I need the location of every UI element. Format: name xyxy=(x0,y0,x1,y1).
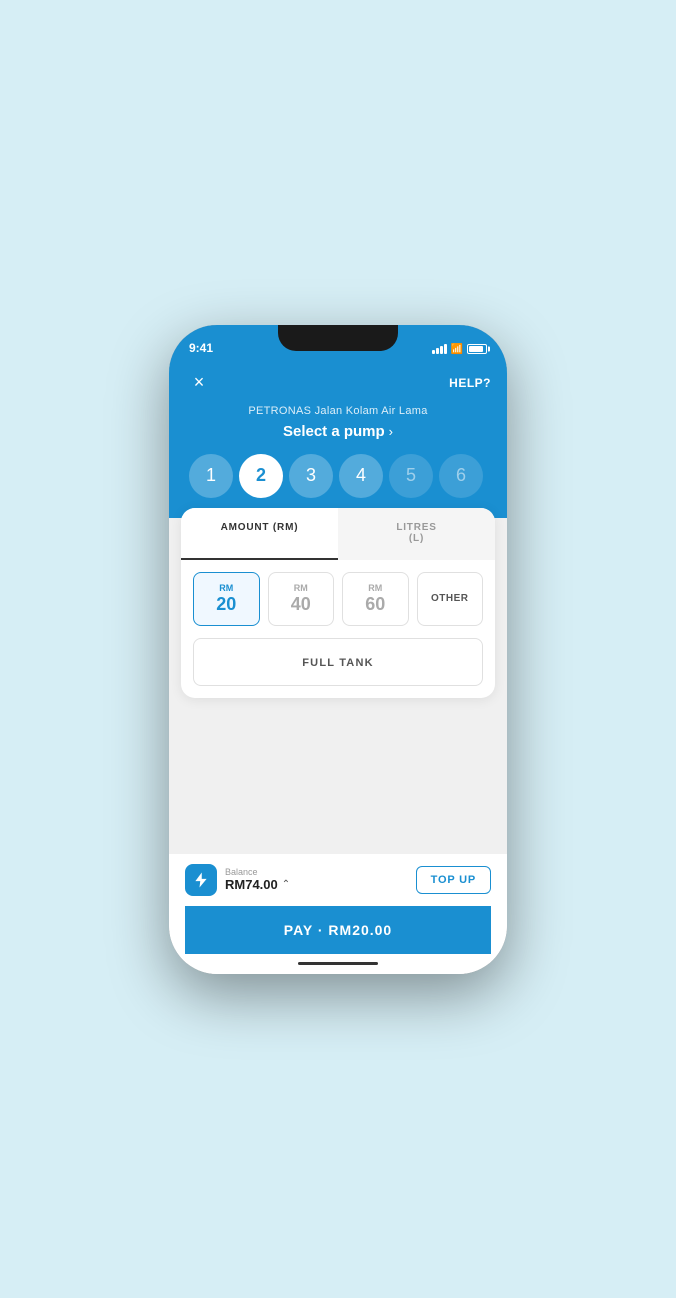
wallet-icon xyxy=(185,864,217,896)
home-indicator xyxy=(169,954,507,974)
wifi-icon: 📶 xyxy=(451,344,463,355)
caret-up-icon: ⌃ xyxy=(282,879,290,890)
amount-40[interactable]: RM 40 xyxy=(268,572,335,626)
pump-1[interactable]: 1 xyxy=(189,454,233,498)
phone-shell: 9:41 📶 × HELP? PETRONAS Jalan Kol xyxy=(169,325,507,974)
amount-20-prefix: RM xyxy=(200,583,253,593)
status-icons: 📶 xyxy=(432,344,487,355)
header-top: × HELP? xyxy=(185,369,491,397)
home-bar xyxy=(298,962,378,965)
close-button[interactable]: × xyxy=(185,369,213,397)
other-label: OTHER xyxy=(431,593,469,604)
topup-button[interactable]: TOP UP xyxy=(416,866,491,894)
tab-litres[interactable]: LITRES(L) xyxy=(338,508,495,560)
full-tank-label: FULL TANK xyxy=(302,657,374,669)
balance-amount: RM74.00 xyxy=(225,877,278,892)
amount-options: RM 20 RM 40 RM 60 OTHER xyxy=(181,560,495,638)
lightning-icon xyxy=(192,871,210,889)
balance-row: Balance RM74.00 ⌃ TOP UP xyxy=(185,864,491,896)
pump-2[interactable]: 2 xyxy=(239,454,283,498)
help-button[interactable]: HELP? xyxy=(449,376,491,390)
amount-other[interactable]: OTHER xyxy=(417,572,484,626)
amount-20[interactable]: RM 20 xyxy=(193,572,260,626)
notch xyxy=(278,325,398,351)
balance-info: Balance RM74.00 ⌃ xyxy=(225,867,290,892)
amount-20-value: 20 xyxy=(216,594,236,614)
select-pump-row[interactable]: Select a pump › xyxy=(185,423,491,440)
phone-screen: 9:41 📶 × HELP? PETRONAS Jalan Kol xyxy=(169,325,507,974)
chevron-right-icon: › xyxy=(389,424,393,439)
amount-40-value: 40 xyxy=(291,594,311,614)
header-area: × HELP? PETRONAS Jalan Kolam Air Lama Se… xyxy=(169,361,507,518)
tab-amount[interactable]: AMOUNT (RM) xyxy=(181,508,338,560)
main-card: AMOUNT (RM) LITRES(L) RM 20 RM 40 RM 60 xyxy=(181,508,495,698)
pump-6[interactable]: 6 xyxy=(439,454,483,498)
balance-left: Balance RM74.00 ⌃ xyxy=(185,864,290,896)
balance-label: Balance xyxy=(225,867,290,877)
amount-40-prefix: RM xyxy=(275,583,328,593)
pump-5[interactable]: 5 xyxy=(389,454,433,498)
amount-60-prefix: RM xyxy=(349,583,402,593)
station-name: PETRONAS Jalan Kolam Air Lama xyxy=(185,405,491,417)
amount-60[interactable]: RM 60 xyxy=(342,572,409,626)
bottom-section: Balance RM74.00 ⌃ TOP UP PAY · RM20.00 xyxy=(169,854,507,954)
tabs: AMOUNT (RM) LITRES(L) xyxy=(181,508,495,560)
amount-60-value: 60 xyxy=(365,594,385,614)
pump-3[interactable]: 3 xyxy=(289,454,333,498)
pump-numbers: 1 2 3 4 5 6 xyxy=(185,454,491,498)
content-area xyxy=(169,698,507,854)
pump-4[interactable]: 4 xyxy=(339,454,383,498)
balance-amount-row: RM74.00 ⌃ xyxy=(225,877,290,892)
status-time: 9:41 xyxy=(189,341,213,355)
signal-icon xyxy=(432,344,447,354)
pay-button[interactable]: PAY · RM20.00 xyxy=(185,906,491,954)
battery-icon xyxy=(467,344,487,354)
full-tank-button[interactable]: FULL TANK xyxy=(193,638,483,686)
select-pump-label: Select a pump xyxy=(283,423,385,440)
